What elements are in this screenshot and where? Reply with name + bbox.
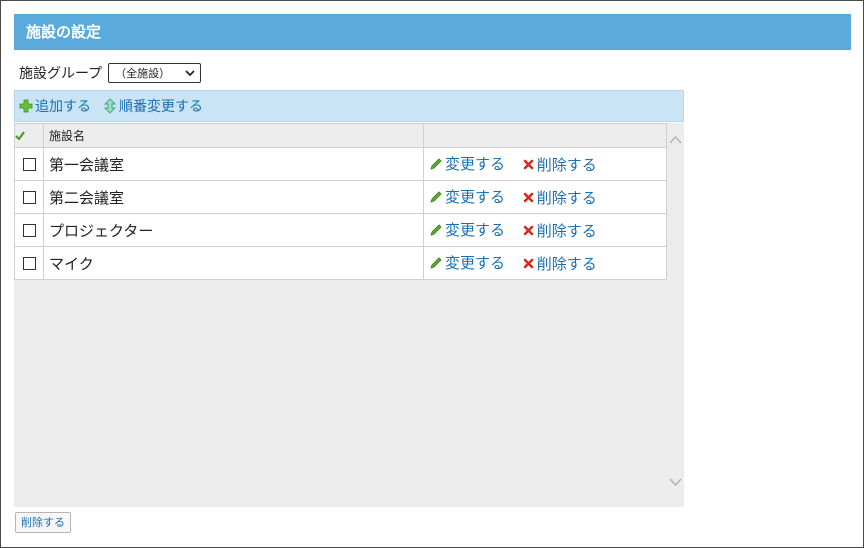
delete-label: 削除する: [536, 155, 597, 174]
facility-group-filter: 施設グループ （全施設）: [19, 63, 202, 83]
delete-label: 削除する: [536, 221, 597, 240]
row-checkbox[interactable]: [22, 191, 36, 204]
plus-icon: [19, 99, 33, 113]
row-checkbox[interactable]: [22, 224, 36, 237]
close-icon: [523, 258, 534, 269]
facility-name: プロジェクター: [43, 213, 424, 247]
reorder-link[interactable]: 順番変更する: [103, 96, 203, 116]
select-all-header[interactable]: [14, 123, 44, 148]
table-row: 第一会議室 変更する 削除する: [14, 147, 667, 181]
pencil-icon: [430, 191, 442, 203]
pencil-icon: [430, 224, 442, 236]
table-row: マイク 変更する 削除する: [14, 246, 667, 280]
facility-group-select[interactable]: （全施設）: [108, 63, 202, 83]
delete-link[interactable]: 削除する: [522, 154, 597, 175]
row-checkbox[interactable]: [22, 257, 36, 270]
column-header-name: 施設名: [43, 123, 424, 148]
edit-link[interactable]: 変更する: [429, 153, 505, 174]
add-facility-link[interactable]: 追加する: [19, 96, 91, 116]
delete-link[interactable]: 削除する: [522, 253, 597, 274]
edit-label: 変更する: [445, 221, 506, 240]
edit-label: 変更する: [445, 188, 506, 207]
scroll-up-icon[interactable]: [669, 135, 682, 145]
column-header-actions: [423, 123, 667, 148]
close-icon: [523, 192, 534, 203]
delete-label: 削除する: [536, 188, 597, 207]
add-facility-label: 追加する: [35, 99, 91, 115]
table-row: 第二会議室 変更する 削除する: [14, 180, 667, 214]
table-row: プロジェクター 変更する 削除する: [14, 213, 667, 247]
facility-group-label: 施設グループ: [19, 66, 103, 82]
facility-name: マイク: [43, 246, 424, 280]
facility-table: 施設名 第一会議室 変更する 削除する 第二会議室 変更する 削除する プロジェ…: [14, 123, 667, 280]
delete-link[interactable]: 削除する: [522, 187, 597, 208]
row-checkbox[interactable]: [22, 158, 36, 171]
delete-link[interactable]: 削除する: [522, 220, 597, 241]
pencil-icon: [430, 158, 442, 170]
edit-link[interactable]: 変更する: [429, 186, 505, 207]
edit-label: 変更する: [445, 254, 506, 273]
scroll-down-icon[interactable]: [669, 477, 682, 487]
edit-link[interactable]: 変更する: [429, 252, 505, 273]
reorder-label: 順番変更する: [119, 99, 203, 115]
reorder-arrows-icon: [103, 98, 117, 114]
facility-name: 第一会議室: [43, 147, 424, 181]
delete-selected-button[interactable]: 削除する: [15, 512, 71, 533]
close-icon: [523, 225, 534, 236]
close-icon: [523, 159, 534, 170]
delete-label: 削除する: [536, 254, 597, 273]
edit-link[interactable]: 変更する: [429, 219, 505, 240]
window-frame: 施設の設定 施設グループ （全施設） 追加する 順番変更する 施設名 第一会議室…: [0, 0, 864, 548]
facility-name: 第二会議室: [43, 180, 424, 214]
table-header-row: 施設名: [14, 123, 667, 148]
edit-label: 変更する: [445, 155, 506, 174]
chevron-down-icon: [185, 70, 195, 77]
vertical-scrollbar[interactable]: [667, 123, 684, 507]
facility-group-selected: （全施設）: [115, 67, 171, 80]
toolbar: 追加する 順番変更する: [14, 90, 684, 122]
checkmark-icon: [15, 130, 25, 141]
facility-list-area: 施設名 第一会議室 変更する 削除する 第二会議室 変更する 削除する プロジェ…: [14, 123, 684, 507]
page-title: 施設の設定: [14, 14, 851, 50]
pencil-icon: [430, 257, 442, 269]
